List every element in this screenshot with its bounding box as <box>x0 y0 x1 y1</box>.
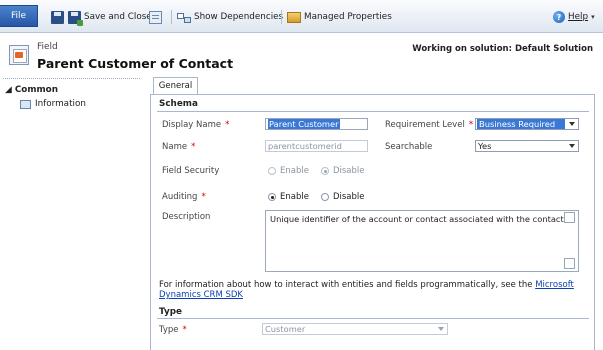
requirement-level-select[interactable]: Business Required <box>475 118 579 130</box>
type-select[interactable]: Customer <box>262 323 448 335</box>
field-security-options: Enable Disable <box>268 166 364 176</box>
requirement-level-label: Requirement Level * <box>385 120 474 130</box>
searchable-label: Searchable <box>385 142 433 152</box>
solution-indicator: Working on solution: Default Solution <box>412 44 593 54</box>
chevron-down-icon <box>438 327 444 331</box>
managed-properties-icon <box>287 11 301 23</box>
auditing-options: Enable Disable <box>268 192 364 202</box>
file-tab-label: File <box>10 11 27 21</box>
type-value: Customer <box>265 324 306 334</box>
searchable-select[interactable]: Yes <box>475 140 579 152</box>
schema-section-title: Schema <box>159 99 198 109</box>
name-label: Name * <box>162 142 196 152</box>
name-input[interactable]: parentcustomerid <box>265 140 368 152</box>
save-button[interactable] <box>51 8 64 26</box>
searchable-value: Yes <box>478 141 492 151</box>
field-security-enable-radio[interactable]: Enable <box>268 166 309 176</box>
type-label: Type * <box>159 325 187 335</box>
save-and-close-icon <box>68 10 83 26</box>
ribbon-toolbar: File Save and Close Show Dependencies Ma… <box>0 0 603 33</box>
page-title: Parent Customer of Contact <box>37 56 234 71</box>
managed-properties-label: Managed Properties <box>304 12 392 22</box>
field-entity-icon <box>9 45 29 65</box>
description-textarea[interactable]: Unique identifier of the account or cont… <box>265 210 579 272</box>
save-and-close-label: Save and Close <box>84 12 152 22</box>
managed-properties-button[interactable]: Managed Properties <box>287 8 392 26</box>
show-dependencies-button[interactable]: Show Dependencies <box>177 8 283 26</box>
toolbar-separator <box>171 10 172 24</box>
requirement-level-value: Business Required <box>477 119 565 129</box>
chevron-down-icon <box>569 122 575 126</box>
form-icon <box>20 99 31 109</box>
radio-icon <box>320 193 329 201</box>
form-panel: Schema Display Name * Parent Customer Req… <box>150 94 595 350</box>
radio-selected-icon <box>268 193 276 201</box>
sdk-link-continued[interactable]: Dynamics CRM SDK <box>159 290 243 300</box>
help-label: Help <box>568 12 589 22</box>
help-icon: ? <box>553 11 565 23</box>
file-tab[interactable]: File <box>0 5 38 27</box>
save-and-close-button[interactable]: Save and Close <box>68 8 152 26</box>
scrollbar-up[interactable] <box>564 212 575 223</box>
record-kind: Field <box>37 42 58 52</box>
show-dependencies-label: Show Dependencies <box>194 12 284 22</box>
nav-item-information[interactable]: Information <box>20 99 86 109</box>
field-security-disable-radio[interactable]: Disable <box>320 166 364 176</box>
nav-divider <box>3 78 140 79</box>
save-icon <box>51 10 64 24</box>
properties-button[interactable] <box>149 8 162 26</box>
auditing-enable-radio[interactable]: Enable <box>268 192 309 202</box>
dependencies-icon <box>177 11 191 24</box>
display-name-input[interactable]: Parent Customer <box>265 118 368 130</box>
radio-selected-icon <box>320 167 329 175</box>
display-name-value: Parent Customer <box>268 119 340 129</box>
section-divider <box>157 318 589 319</box>
name-value: parentcustomerid <box>268 141 342 151</box>
description-label: Description <box>162 212 211 222</box>
scrollbar-down[interactable] <box>564 258 575 269</box>
sdk-info-text: For information about how to interact wi… <box>159 280 574 300</box>
sdk-link[interactable]: Microsoft <box>535 280 574 290</box>
tab-label: General <box>158 81 193 91</box>
section-divider <box>157 111 589 112</box>
toolbar-separator <box>281 10 282 24</box>
help-button[interactable]: ? Help ▾ <box>553 8 595 26</box>
field-security-label: Field Security <box>162 166 220 176</box>
radio-icon <box>268 167 276 175</box>
auditing-disable-radio[interactable]: Disable <box>320 192 364 202</box>
description-value: Unique identifier of the account or cont… <box>270 214 567 224</box>
auditing-label: Auditing * <box>162 192 206 202</box>
display-name-label: Display Name * <box>162 120 230 130</box>
nav-group-common[interactable]: ◢ Common <box>5 85 58 95</box>
nav-item-label: Information <box>35 99 86 109</box>
chevron-down-icon: ▾ <box>591 13 595 21</box>
tab-general[interactable]: General <box>153 77 198 94</box>
chevron-down-icon <box>569 144 575 148</box>
type-section-title: Type <box>159 307 182 317</box>
properties-icon <box>149 10 162 24</box>
